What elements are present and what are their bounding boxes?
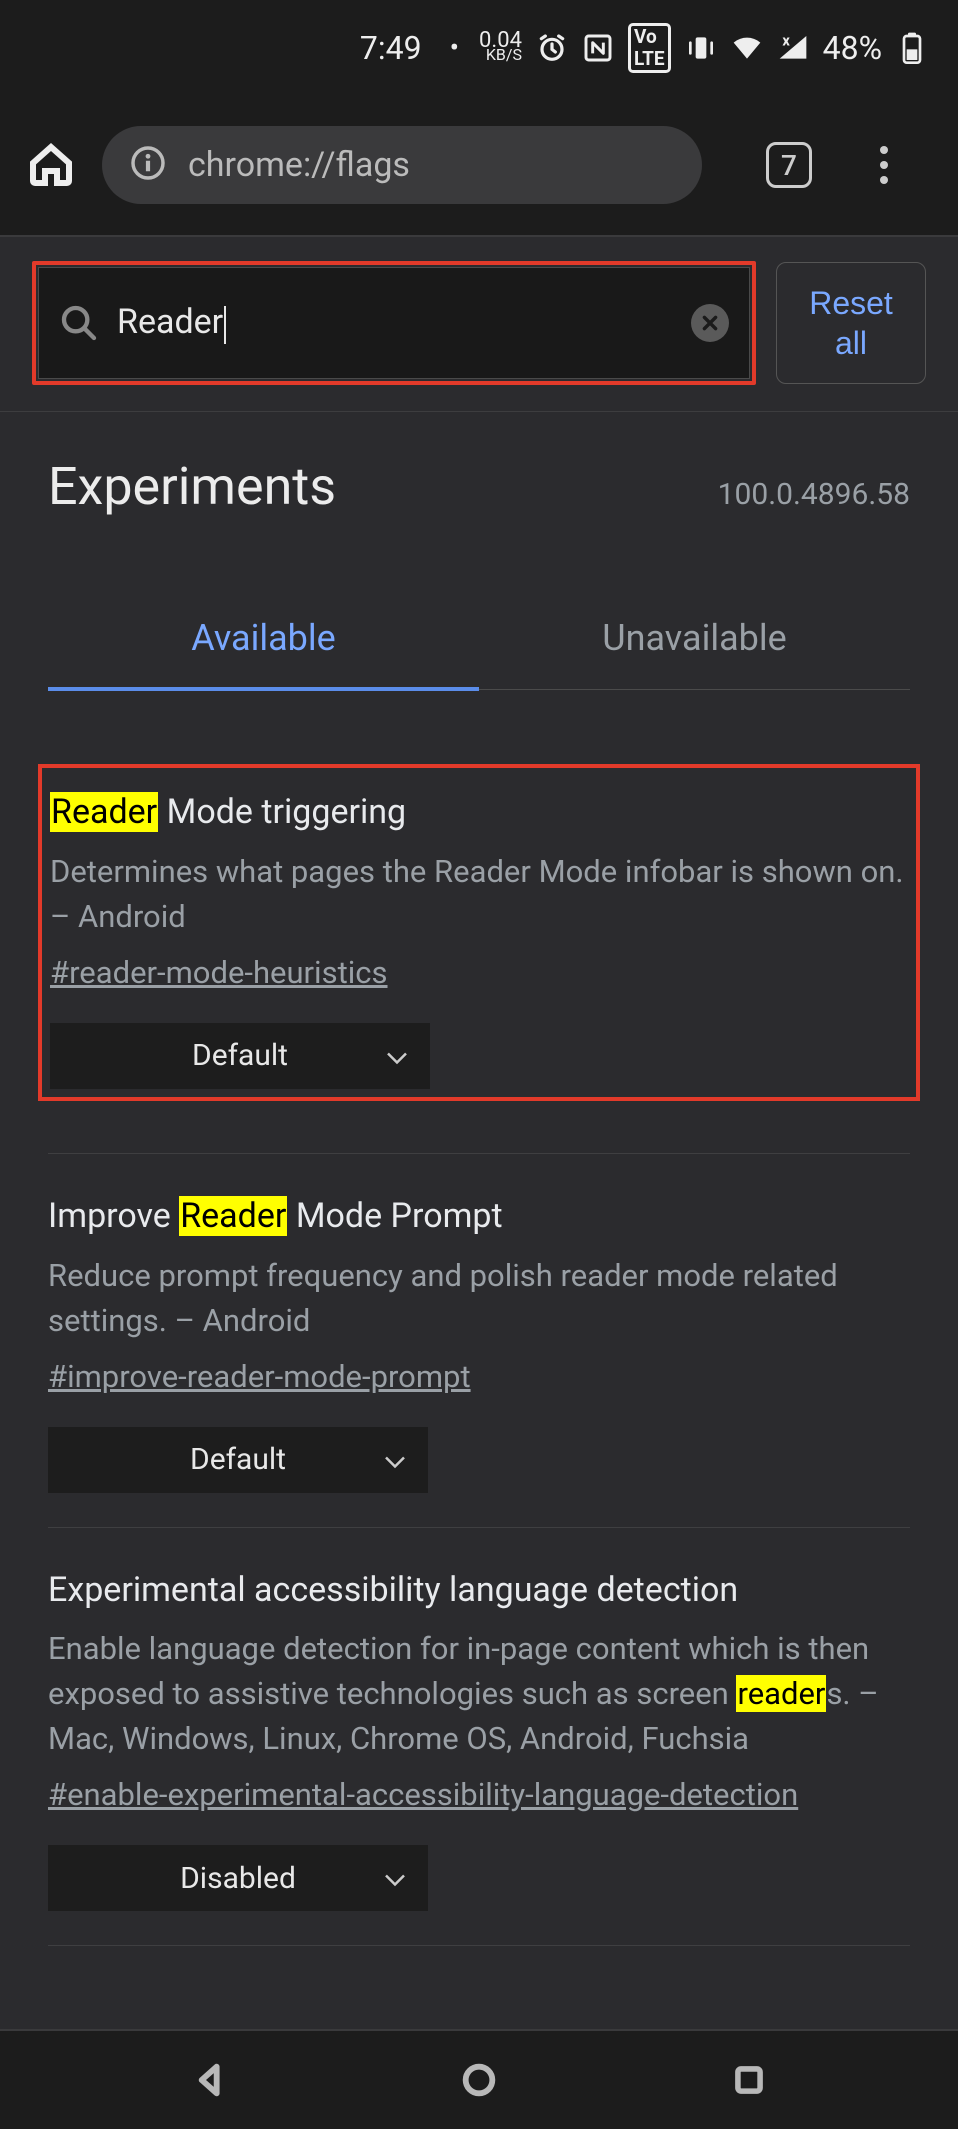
flags-page: Reader Resetall Experiments 100.0.4896.5… xyxy=(0,237,958,2037)
flag-dropdown-value: Default xyxy=(190,1442,286,1477)
battery-percent: 48% xyxy=(823,29,882,67)
flag-dropdown-value: Disabled xyxy=(180,1861,296,1896)
flag-anchor-link[interactable]: #enable-experimental-accessibility-langu… xyxy=(48,1776,798,1813)
volte-icon: VoLTE xyxy=(628,23,671,73)
reset-all-button[interactable]: Resetall xyxy=(776,262,926,384)
alarm-icon xyxy=(536,32,568,64)
chevron-down-icon xyxy=(386,1038,408,1073)
wifi-icon xyxy=(731,32,763,64)
flag-anchor-link[interactable]: #improve-reader-mode-prompt xyxy=(48,1358,471,1395)
flag-description: Reduce prompt frequency and polish reade… xyxy=(48,1254,910,1344)
chevron-down-icon xyxy=(384,1861,406,1896)
flags-search-input[interactable]: Reader xyxy=(38,267,750,379)
status-datarate: 0.04 KB/S xyxy=(479,34,522,62)
battery-icon xyxy=(896,32,928,64)
flag-item: Experimental accessibility language dete… xyxy=(48,1528,910,1947)
vibrate-icon xyxy=(685,32,717,64)
omnibox[interactable]: chrome://flags xyxy=(102,126,702,204)
home-button-nav[interactable] xyxy=(419,2050,539,2110)
flag-description: Enable language detection for in-page co… xyxy=(48,1627,910,1762)
status-separator: • xyxy=(450,31,459,64)
tab-unavailable[interactable]: Unavailable xyxy=(479,597,910,689)
flag-title: Improve Reader Mode Prompt xyxy=(48,1194,910,1240)
flag-title: Experimental accessibility language dete… xyxy=(48,1568,910,1614)
nfc-icon xyxy=(582,32,614,64)
flag-tabs: Available Unavailable xyxy=(48,597,910,690)
status-bar: 7:49 • 0.04 KB/S VoLTE x 48% xyxy=(0,0,958,95)
search-reset-row: Reader Resetall xyxy=(0,237,958,411)
search-value: Reader xyxy=(117,302,673,343)
clear-search-button[interactable] xyxy=(691,304,729,342)
flag-title: Reader Mode triggering xyxy=(50,790,908,836)
flag-dropdown-value: Default xyxy=(192,1038,288,1073)
info-icon xyxy=(130,145,166,185)
home-button[interactable] xyxy=(24,138,78,192)
tab-available[interactable]: Available xyxy=(48,597,479,689)
overflow-menu-button[interactable] xyxy=(864,145,904,185)
back-button[interactable] xyxy=(150,2050,270,2110)
svg-text:x: x xyxy=(782,32,790,49)
flag-list: Reader Mode triggering Determines what p… xyxy=(48,690,910,1946)
search-highlight-outline: Reader xyxy=(32,261,756,385)
status-time: 7:49 xyxy=(360,29,422,67)
flag-highlight-outline: Reader Mode triggering Determines what p… xyxy=(38,764,920,1101)
flag-anchor-link[interactable]: #reader-mode-heuristics xyxy=(50,954,388,991)
recents-button[interactable] xyxy=(689,2050,809,2110)
omnibox-url: chrome://flags xyxy=(188,145,410,185)
flag-dropdown[interactable]: Default xyxy=(50,1023,430,1089)
browser-toolbar: chrome://flags 7 xyxy=(0,95,958,235)
flag-dropdown[interactable]: Default xyxy=(48,1427,428,1493)
flag-item: Reader Mode triggering Determines what p… xyxy=(48,762,910,1135)
tab-switcher[interactable]: 7 xyxy=(766,142,812,188)
flag-dropdown[interactable]: Disabled xyxy=(48,1845,428,1911)
chrome-version: 100.0.4896.58 xyxy=(718,477,910,512)
system-navbar xyxy=(0,2029,958,2129)
search-icon xyxy=(59,303,99,343)
page-title: Experiments xyxy=(48,456,336,517)
chevron-down-icon xyxy=(384,1442,406,1477)
flag-item: Improve Reader Mode Prompt Reduce prompt… xyxy=(48,1154,910,1528)
signal-icon: x xyxy=(777,32,809,64)
flag-description: Determines what pages the Reader Mode in… xyxy=(50,850,908,940)
